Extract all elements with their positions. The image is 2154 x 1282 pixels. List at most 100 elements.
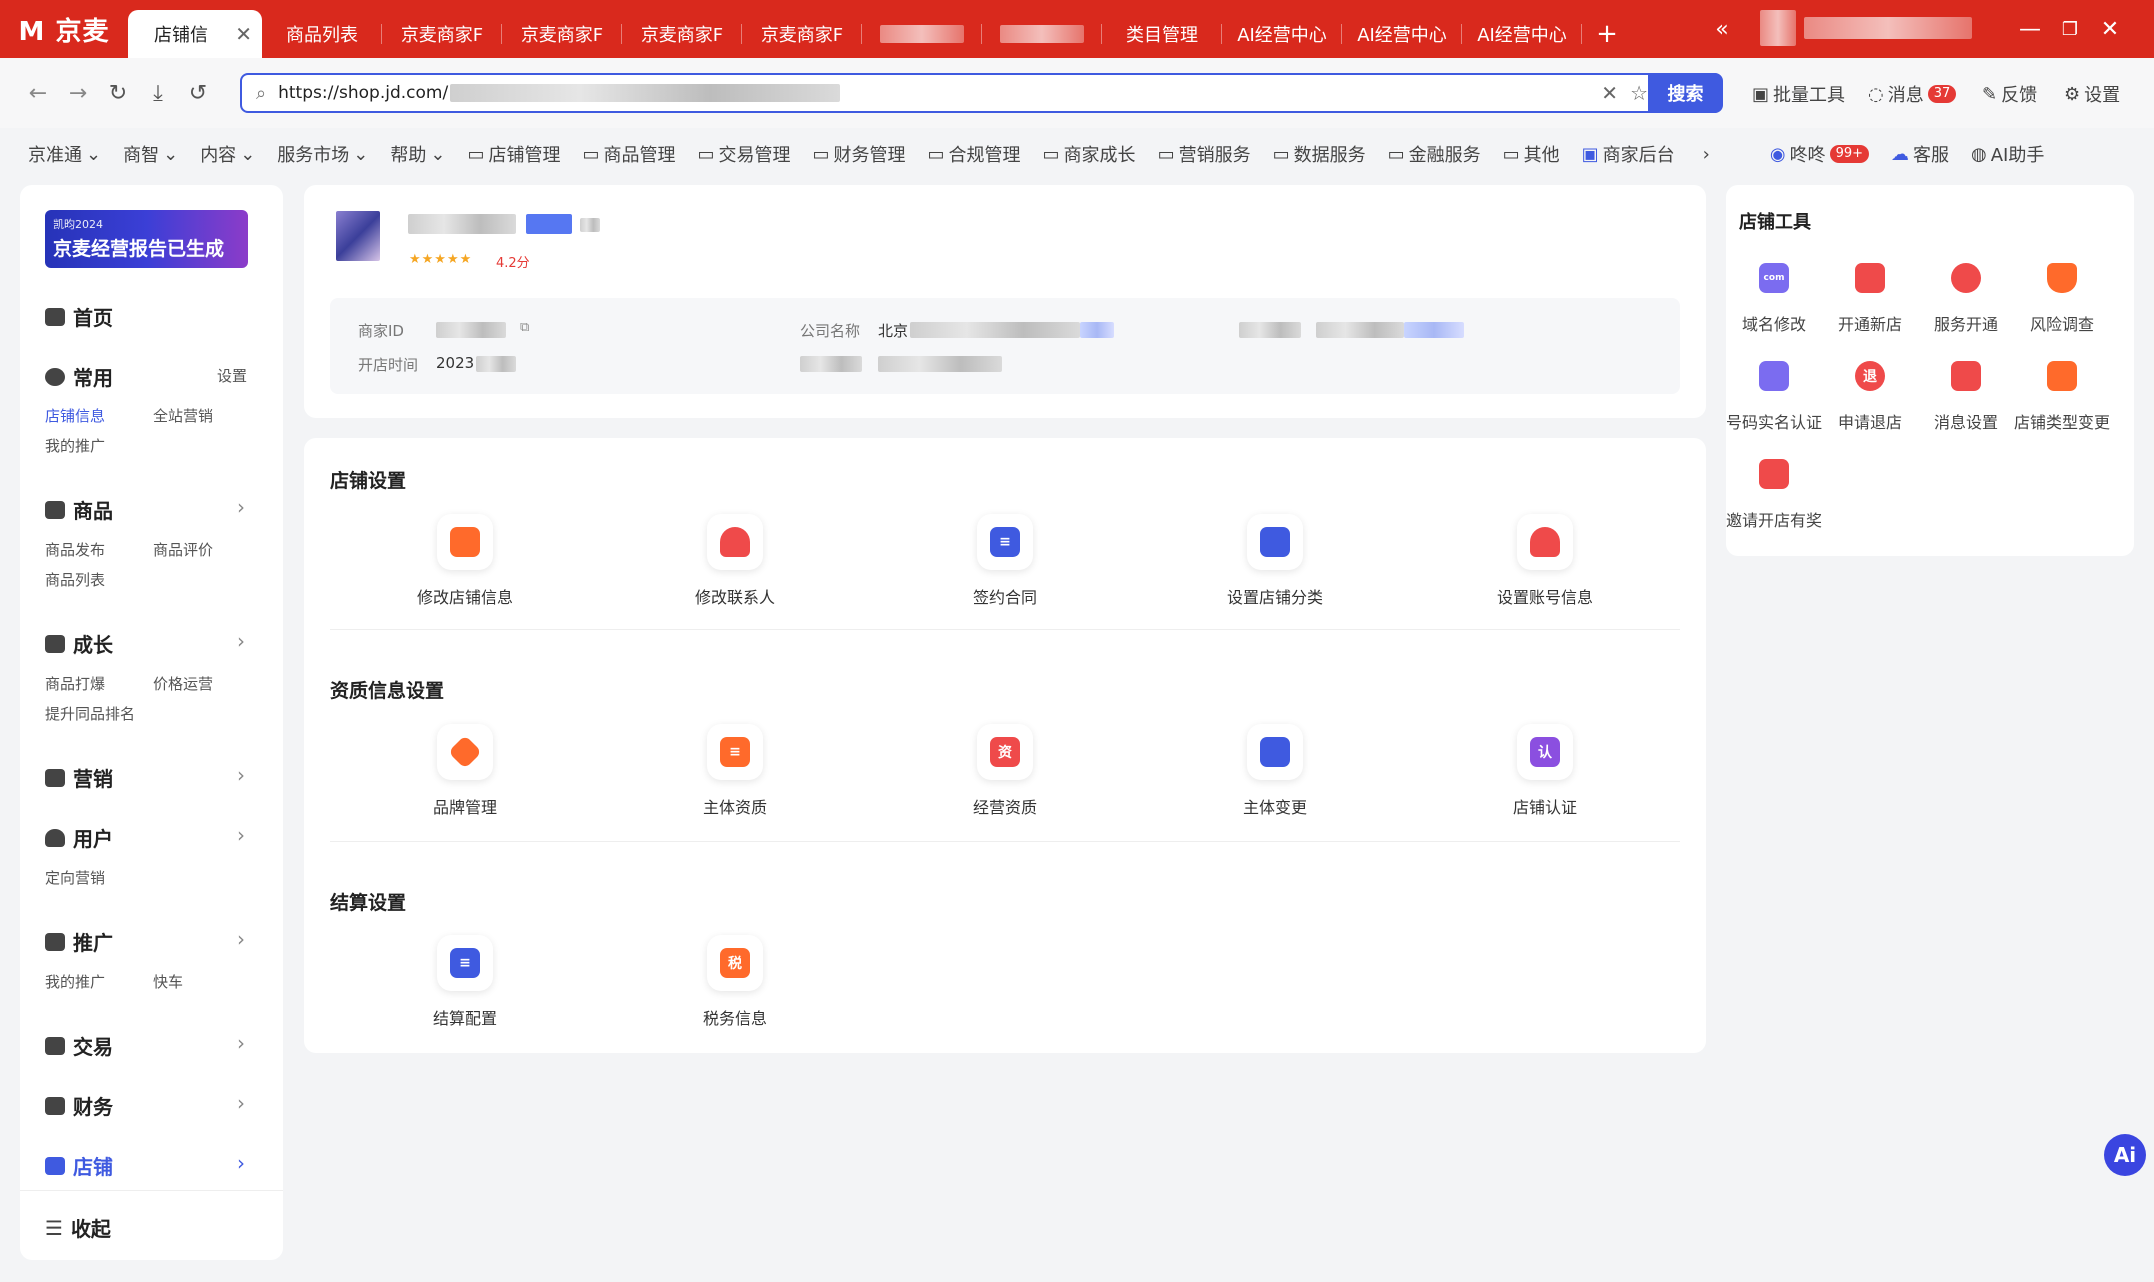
- shop-certification[interactable]: 认店铺认证: [1465, 724, 1625, 818]
- bookmark-item[interactable]: ▭ 数据服务: [1273, 141, 1366, 167]
- nav-user[interactable]: 用户: [45, 823, 113, 852]
- bookmark-item[interactable]: ▭ 商品管理: [582, 141, 675, 167]
- bookmark-item[interactable]: ▭ 交易管理: [698, 141, 791, 167]
- edit-contact[interactable]: 修改联系人: [655, 514, 815, 608]
- tool-message[interactable]: 消息设置: [1918, 361, 2014, 433]
- bookmark-item[interactable]: ▣ 商家后台: [1582, 141, 1675, 167]
- double-chevron-left-icon[interactable]: «: [1700, 0, 1744, 58]
- tool-service[interactable]: 服务开通: [1918, 263, 2014, 335]
- nav-shop[interactable]: 店铺: [45, 1151, 113, 1180]
- search-button[interactable]: 搜索: [1648, 73, 1723, 113]
- address-bar[interactable]: ⌕ https://shop.jd.com/ ✕ ☆: [240, 73, 1722, 113]
- tool-new-shop[interactable]: 开通新店: [1822, 263, 1918, 335]
- link-rank-boost[interactable]: 提升同品排名: [45, 703, 135, 724]
- tab-shop-info[interactable]: 店铺信 ✕: [128, 10, 262, 58]
- tab-ai-2[interactable]: AI经营中心: [1342, 10, 1462, 58]
- user-account[interactable]: [1760, 4, 1980, 52]
- tax-info[interactable]: 税税务信息: [655, 935, 815, 1029]
- bookmark-item[interactable]: ▭ 其他: [1503, 141, 1560, 167]
- star-icon[interactable]: ☆: [1630, 81, 1648, 105]
- dongdong[interactable]: ◉ 咚咚 99+: [1770, 141, 1869, 167]
- account-info[interactable]: 设置账号信息: [1465, 514, 1625, 608]
- bookmark-item[interactable]: ▭ 店铺管理: [467, 141, 560, 167]
- menu-dropdown[interactable]: 服务市场 ⌄: [277, 141, 368, 167]
- nav-home[interactable]: 首页: [45, 302, 113, 331]
- link-my-promotion[interactable]: 我的推广: [45, 435, 105, 456]
- tab-jm-1[interactable]: 京麦商家F: [382, 10, 502, 58]
- shop-category[interactable]: 设置店铺分类: [1195, 514, 1355, 608]
- minimize-icon[interactable]: —: [2008, 0, 2052, 58]
- menu-dropdown[interactable]: 京准通 ⌄: [28, 141, 101, 167]
- link-product-boost[interactable]: 商品打爆: [45, 673, 105, 694]
- menu-dropdown[interactable]: 商智 ⌄: [123, 141, 178, 167]
- bookmark-item[interactable]: ▭ 财务管理: [813, 141, 906, 167]
- link-express[interactable]: 快车: [153, 971, 183, 992]
- tab-ai-1[interactable]: AI经营中心: [1222, 10, 1342, 58]
- ai-fab-button[interactable]: Ai: [2104, 1134, 2146, 1176]
- tool-shop-type[interactable]: 店铺类型变更: [2014, 361, 2110, 433]
- nav-growth[interactable]: 成长: [45, 629, 113, 658]
- edit-shop-info[interactable]: 修改店铺信息: [385, 514, 545, 608]
- tool-realname[interactable]: 号码实名认证: [1726, 361, 1822, 433]
- link-product-review[interactable]: 商品评价: [153, 539, 213, 560]
- tool-domain[interactable]: com 域名修改: [1726, 263, 1822, 335]
- restore-icon[interactable]: ❐: [2048, 0, 2092, 58]
- nav-trade[interactable]: 交易: [45, 1031, 113, 1060]
- feedback[interactable]: ✎ 反馈: [1982, 82, 2037, 107]
- menu-dropdown[interactable]: 帮助 ⌄: [390, 141, 445, 167]
- copy-icon[interactable]: ⧉: [520, 320, 529, 335]
- report-banner[interactable]: 凯昀2024 京麦经营报告已生成: [45, 210, 248, 268]
- tab-category[interactable]: 类目管理: [1102, 10, 1222, 58]
- ai-assistant[interactable]: ◍ AI助手: [1971, 141, 2044, 167]
- close-icon[interactable]: ✕: [235, 22, 252, 46]
- tool-retreat[interactable]: 退申请退店: [1822, 361, 1918, 433]
- link-my-promotion-2[interactable]: 我的推广: [45, 971, 105, 992]
- batch-tool[interactable]: ▣ 批量工具: [1752, 82, 1845, 107]
- tab-jm-3[interactable]: 京麦商家F: [622, 10, 742, 58]
- customer-service[interactable]: ☁ 客服: [1891, 141, 1949, 167]
- menu-dropdown[interactable]: 内容 ⌄: [200, 141, 255, 167]
- tool-invite[interactable]: 邀请开店有奖: [1726, 459, 1822, 531]
- entity-qualification[interactable]: ≡ 主体资质: [655, 724, 815, 818]
- nav-product[interactable]: 商品: [45, 495, 113, 524]
- brand-management[interactable]: 品牌管理: [385, 724, 545, 818]
- business-qualification[interactable]: 资经营资质: [925, 724, 1085, 818]
- sign-contract[interactable]: ≡ 签约合同: [925, 514, 1085, 608]
- nav-finance[interactable]: 财务: [45, 1091, 113, 1120]
- link-product-list[interactable]: 商品列表: [45, 569, 105, 590]
- settlement-config[interactable]: ≡ 结算配置: [385, 935, 545, 1029]
- tab-jm-2[interactable]: 京麦商家F: [502, 10, 622, 58]
- link-site-marketing[interactable]: 全站营销: [153, 405, 213, 426]
- refresh-icon[interactable]: ↻: [98, 81, 138, 106]
- tab-ai-3[interactable]: AI经营中心: [1462, 10, 1582, 58]
- collapse-button[interactable]: ☰ 收起: [45, 1213, 111, 1242]
- tab-blurred-1[interactable]: [862, 10, 982, 58]
- bookmark-item[interactable]: ▭ 营销服务: [1158, 141, 1251, 167]
- forward-icon[interactable]: →: [58, 81, 98, 106]
- nav-promotion[interactable]: 推广: [45, 927, 113, 956]
- clear-icon[interactable]: ✕: [1601, 81, 1618, 105]
- tab-product-list[interactable]: 商品列表: [262, 10, 382, 58]
- tab-blurred-2[interactable]: [982, 10, 1102, 58]
- nav-marketing[interactable]: 营销: [45, 763, 113, 792]
- link-shop-info[interactable]: 店铺信息: [45, 405, 105, 426]
- tab-jm-4[interactable]: 京麦商家F: [742, 10, 862, 58]
- entity-change[interactable]: 主体变更: [1195, 724, 1355, 818]
- undo-icon[interactable]: ↺: [178, 81, 218, 106]
- close-window-icon[interactable]: ✕: [2088, 0, 2132, 58]
- bookmark-item[interactable]: ▭ 商家成长: [1043, 141, 1136, 167]
- common-settings-link[interactable]: 设置: [217, 365, 247, 386]
- settings[interactable]: ⚙ 设置: [2064, 82, 2120, 107]
- tool-risk[interactable]: 风险调查: [2014, 263, 2110, 335]
- bookmark-item[interactable]: ▭ 合规管理: [928, 141, 1021, 167]
- link-price-operation[interactable]: 价格运营: [153, 673, 213, 694]
- link-targeted-marketing[interactable]: 定向营销: [45, 867, 105, 888]
- link-product-publish[interactable]: 商品发布: [45, 539, 105, 560]
- more-chevron-icon[interactable]: ›: [1703, 144, 1710, 165]
- messages[interactable]: ◌ 消息 37: [1868, 82, 1957, 106]
- download-icon[interactable]: ⤓: [138, 81, 178, 106]
- bookmark-item[interactable]: ▭ 金融服务: [1388, 141, 1481, 167]
- new-tab-button[interactable]: +: [1582, 10, 1632, 58]
- back-icon[interactable]: ←: [18, 81, 58, 106]
- nav-common[interactable]: 常用: [45, 362, 113, 391]
